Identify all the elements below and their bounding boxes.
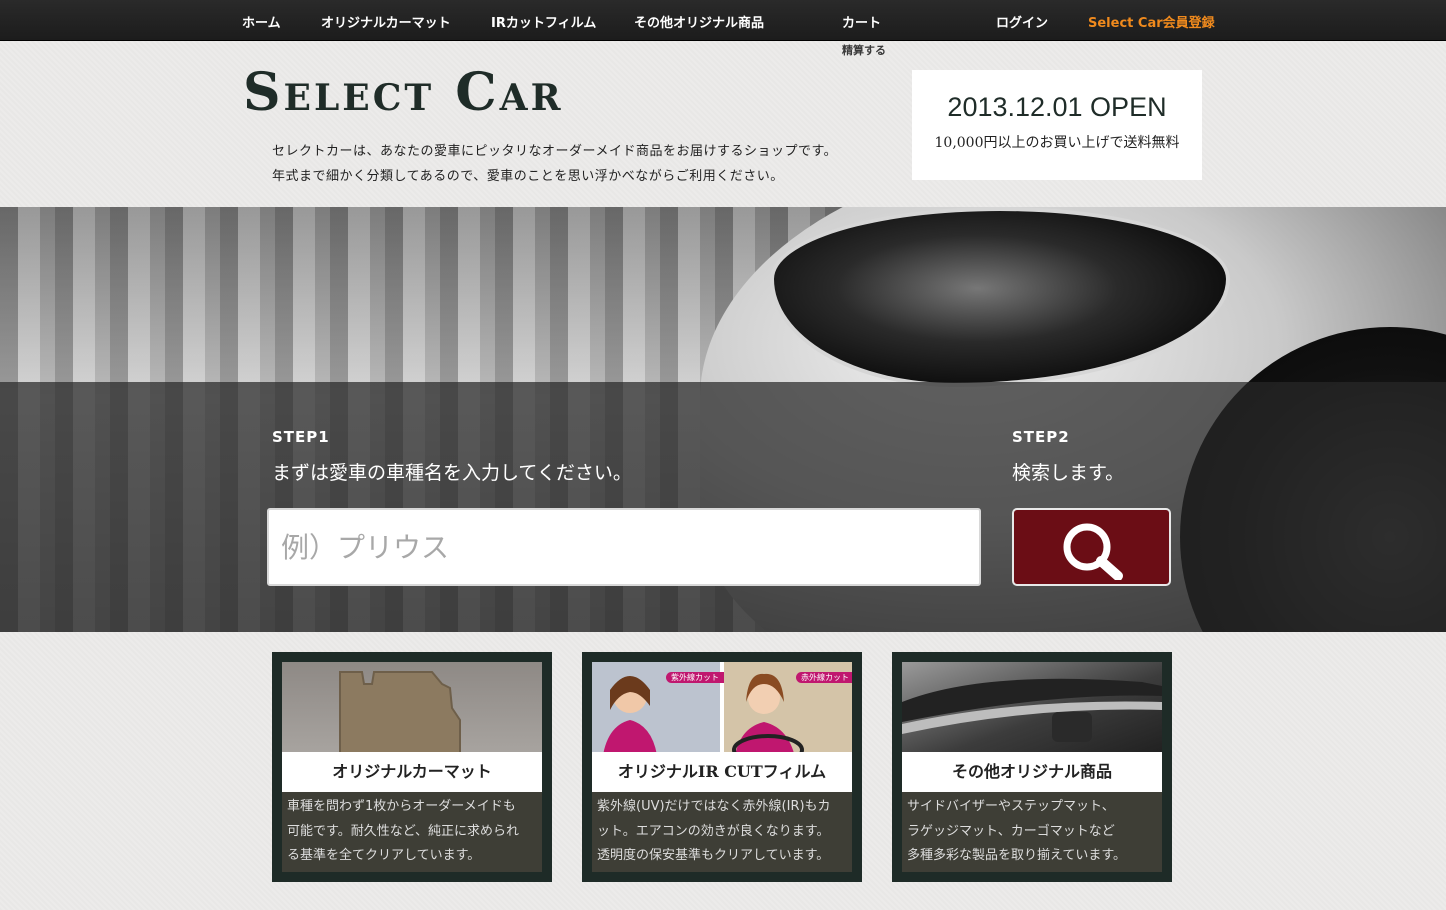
card-title[interactable]: オリジナルIR CUTフィルム: [592, 752, 852, 792]
step1-label: STEP1: [272, 428, 330, 446]
step2-label: STEP2: [1012, 428, 1070, 446]
free-shipping-note: 10,000円以上のお買い上げで送料無料: [934, 135, 1180, 151]
ir-film-image: 紫外線カット 赤外線カット: [592, 662, 852, 762]
search-panel: [0, 382, 1446, 632]
nav-login[interactable]: ログイン: [996, 12, 1048, 31]
card-title[interactable]: オリジナルカーマット: [282, 752, 542, 792]
search-button[interactable]: [1012, 508, 1171, 586]
tagline-line-1: セレクトカーは、あなたの愛車にピッタリなオーダーメイド商品をお届けするショップで…: [272, 144, 838, 159]
product-card-ir-film[interactable]: 紫外線カット 赤外線カット オリジナルIR CUTフィルム 紫外線(UV)だけで…: [582, 652, 862, 882]
top-nav: ホーム オリジナルカーマット IRカットフィルム その他オリジナル商品 カート …: [0, 0, 1446, 41]
product-card-other[interactable]: その他オリジナル商品 サイドバイザーやステップマット、 ラゲッジマット、カーゴマ…: [892, 652, 1172, 882]
nav-ir-film[interactable]: IRカットフィルム: [491, 12, 596, 31]
nav-cart-checkout[interactable]: 精算する: [842, 42, 886, 58]
card-desc-line: 可能です。耐久性など、純正に求められ: [287, 823, 520, 839]
product-card-car-mat[interactable]: オリジナルカーマット 車種を問わず1枚からオーダーメイドも 可能です。耐久性など…: [272, 652, 552, 882]
open-announcement: 2013.12.01 OPEN 10,000円以上のお買い上げで送料無料: [912, 70, 1202, 180]
card-desc-line: 多種多彩な製品を取り揃えています。: [907, 848, 1127, 863]
ir-cut-badge: 赤外線カット: [796, 672, 852, 683]
car-mat-image: [282, 662, 542, 762]
card-desc-line: サイドバイザーやステップマット、: [907, 799, 1115, 814]
nav-cart[interactable]: カート: [842, 12, 881, 31]
card-desc-line: 透明度の保安基準もクリアしています。: [597, 848, 830, 863]
nav-register[interactable]: Select Car会員登録: [1088, 12, 1215, 31]
step1-text: まずは愛車の車種名を入力してください。: [272, 462, 632, 484]
card-description: 車種を問わず1枚からオーダーメイドも 可能です。耐久性など、純正に求められ る基…: [282, 792, 542, 872]
step2-text: 検索します。: [1012, 462, 1125, 484]
card-desc-line: る基準を全てクリアしています。: [287, 848, 481, 863]
search-icon: [1063, 523, 1123, 580]
card-desc-line: ラゲッジマット、カーゴマットなど: [907, 823, 1115, 839]
other-products-image: [902, 662, 1162, 762]
card-desc-line: 紫外線(UV)だけではなく赤外線(IR)もカ: [597, 799, 831, 814]
open-date-title: 2013.12.01 OPEN: [947, 92, 1167, 122]
uv-cut-badge: 紫外線カット: [666, 672, 724, 683]
tagline-line-2: 年式まで細かく分類してあるので、愛車のことを思い浮かべながらご利用ください。: [272, 169, 784, 184]
card-description: サイドバイザーやステップマット、 ラゲッジマット、カーゴマットなど 多種多彩な製…: [902, 792, 1162, 872]
card-title[interactable]: その他オリジナル商品: [902, 752, 1162, 792]
car-model-search-input[interactable]: [267, 508, 981, 586]
nav-other-products[interactable]: その他オリジナル商品: [634, 12, 764, 31]
nav-home[interactable]: ホーム: [242, 12, 281, 31]
card-desc-line: ット。エアコンの効きが良くなります。: [597, 823, 830, 839]
site-logo[interactable]: Select Car: [243, 62, 564, 123]
card-description: 紫外線(UV)だけではなく赤外線(IR)もカ ット。エアコンの効きが良くなります…: [592, 792, 852, 872]
card-desc-line: 車種を問わず1枚からオーダーメイドも: [287, 799, 516, 814]
nav-car-mat[interactable]: オリジナルカーマット: [321, 12, 451, 31]
